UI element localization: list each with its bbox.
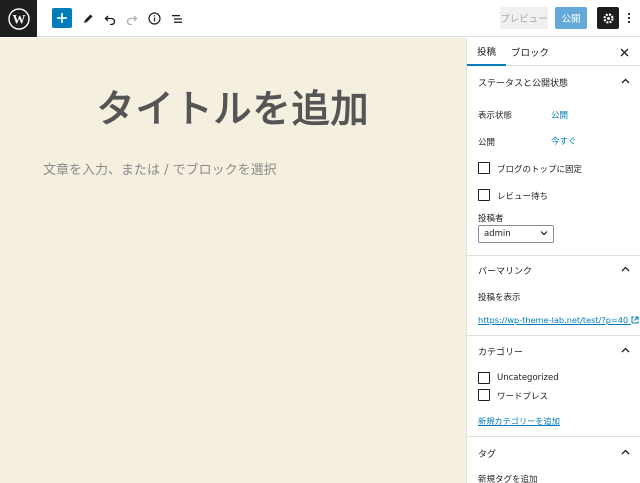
permalink-url[interactable]: https://wp-theme-lab.net/test/?p=40 bbox=[478, 315, 639, 325]
close-sidebar-button[interactable] bbox=[620, 46, 629, 60]
visibility-label: 表示状態 bbox=[478, 111, 513, 121]
post-title-input[interactable]: タイトルを追加 bbox=[0, 78, 466, 133]
author-select[interactable]: admin bbox=[478, 225, 554, 243]
options-button[interactable] bbox=[623, 7, 635, 29]
editor-canvas[interactable]: タイトルを追加 文章を入力、または / でブロックを選択 bbox=[0, 38, 466, 483]
chevron-down-icon bbox=[540, 229, 548, 238]
tag-panel-title: タグ bbox=[478, 449, 497, 460]
settings-sidebar: 投稿 ブロック ステータスと公開状態 表示状態 公開 公開 今すぐ ブログのトッ… bbox=[466, 38, 640, 483]
details-button[interactable] bbox=[146, 0, 162, 37]
sidebar-tabs: 投稿 ブロック bbox=[467, 38, 640, 66]
tag-panel-toggle[interactable]: タグ bbox=[467, 440, 640, 466]
panel-divider bbox=[467, 335, 640, 336]
settings-button[interactable] bbox=[597, 7, 619, 29]
add-block-button[interactable] bbox=[52, 8, 72, 28]
status-panel-toggle[interactable]: ステータスと公開状態 bbox=[467, 69, 640, 95]
permalink-panel-title: パーマリンク bbox=[478, 266, 533, 277]
undo-icon bbox=[104, 15, 116, 25]
pen-icon bbox=[84, 14, 93, 23]
category-panel-title: カテゴリー bbox=[478, 347, 524, 358]
redo-icon bbox=[126, 15, 138, 25]
publish-button[interactable]: 公開 bbox=[555, 7, 587, 29]
top-toolbar: W プレビュー 公開 bbox=[0, 0, 640, 37]
list-view-button[interactable] bbox=[169, 0, 185, 37]
status-panel-title: ステータスと公開状態 bbox=[478, 78, 569, 89]
more-vertical-icon bbox=[627, 12, 631, 24]
chevron-up-icon bbox=[621, 265, 630, 275]
chevron-up-icon bbox=[621, 346, 630, 356]
category-label-uncategorized: Uncategorized bbox=[497, 373, 559, 383]
view-post-label: 投稿を表示 bbox=[478, 293, 521, 303]
category-panel-toggle[interactable]: カテゴリー bbox=[467, 338, 640, 364]
panel-divider bbox=[467, 436, 640, 437]
add-tag-label: 新規タグを追加 bbox=[478, 475, 538, 483]
pending-review-checkbox[interactable] bbox=[478, 189, 490, 201]
close-icon bbox=[620, 48, 629, 57]
publish-date-label: 公開 bbox=[478, 138, 496, 148]
redo-button[interactable] bbox=[124, 0, 140, 37]
author-select-value: admin bbox=[484, 229, 511, 239]
chevron-up-icon bbox=[621, 77, 630, 87]
publish-date-toggle[interactable]: 今すぐ bbox=[551, 135, 577, 147]
author-label: 投稿者 bbox=[478, 214, 504, 224]
tab-block[interactable]: ブロック bbox=[501, 38, 559, 66]
undo-button[interactable] bbox=[102, 0, 118, 37]
external-link-icon bbox=[631, 316, 639, 324]
wordpress-icon: W bbox=[7, 7, 30, 30]
preview-button[interactable]: プレビュー bbox=[500, 7, 548, 29]
block-appender[interactable]: 文章を入力、または / でブロックを選択 bbox=[43, 159, 277, 178]
tools-button[interactable] bbox=[80, 0, 96, 37]
sticky-label: ブログのトップに固定 bbox=[497, 165, 583, 175]
sticky-checkbox[interactable] bbox=[478, 162, 490, 174]
chevron-up-icon bbox=[621, 448, 630, 458]
pending-review-label: レビュー待ち bbox=[497, 192, 549, 202]
permalink-panel-toggle[interactable]: パーマリンク bbox=[467, 257, 640, 283]
wordpress-logo[interactable]: W bbox=[0, 0, 37, 37]
category-label-wordpress: ワードプレス bbox=[497, 392, 549, 402]
info-icon bbox=[147, 12, 161, 25]
list-view-icon bbox=[171, 14, 182, 23]
plus-icon bbox=[57, 13, 67, 23]
add-category-link[interactable]: 新規カテゴリーを追加 bbox=[478, 415, 560, 427]
gear-icon bbox=[602, 12, 614, 24]
category-checkbox-wordpress[interactable] bbox=[478, 389, 490, 401]
category-checkbox-uncategorized[interactable] bbox=[478, 372, 490, 384]
svg-text:W: W bbox=[12, 11, 25, 26]
panel-divider bbox=[467, 255, 640, 256]
permalink-url-text: https://wp-theme-lab.net/test/?p=40 bbox=[478, 315, 629, 325]
visibility-toggle[interactable]: 公開 bbox=[551, 109, 568, 121]
